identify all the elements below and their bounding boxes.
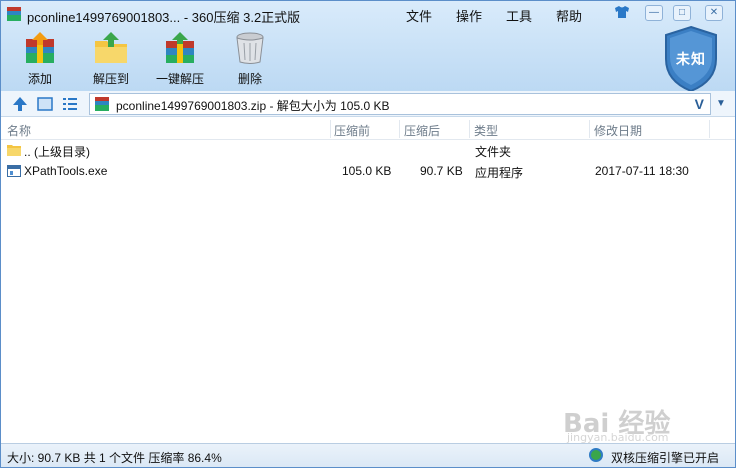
extract-to-button[interactable]: 解压到	[89, 31, 133, 87]
column-type[interactable]: 类型	[474, 122, 498, 139]
minimize-button[interactable]: —	[645, 5, 663, 21]
status-summary: 大小: 90.7 KB 共 1 个文件 压缩率 86.4%	[7, 451, 222, 465]
one-click-extract-button[interactable]: 一键解压	[155, 31, 205, 87]
row-date: 2017-07-11 18:30	[595, 164, 689, 178]
archive-app-icon	[7, 7, 21, 21]
column-name[interactable]: 名称	[7, 122, 31, 139]
file-list-header: 名称 压缩前 压缩后 类型 修改日期	[1, 118, 735, 140]
maximize-button[interactable]: □	[673, 5, 691, 21]
column-divider[interactable]	[709, 120, 710, 138]
title-bar: pconline1499769001803... - 360压缩 3.2正式版 …	[1, 1, 735, 27]
address-v-icon[interactable]: V	[695, 96, 704, 112]
folder-icon	[7, 145, 21, 156]
extract-folder-icon	[95, 32, 127, 63]
row-type: 应用程序	[475, 166, 524, 180]
column-size-after[interactable]: 压缩后	[404, 122, 440, 139]
zip-file-icon	[95, 97, 109, 111]
one-click-extract-label: 一键解压	[155, 72, 204, 86]
row-name: .. (上级目录)	[24, 145, 90, 159]
close-button[interactable]: ✕	[705, 5, 723, 21]
row-size-before: 105.0 KB	[342, 164, 392, 178]
large-icon-view-icon[interactable]	[36, 95, 54, 113]
menu-tools[interactable]: 工具	[506, 6, 532, 25]
application-icon	[7, 165, 21, 177]
add-button[interactable]: 添加	[19, 31, 61, 87]
engine-icon	[589, 448, 603, 462]
window-title: pconline1499769001803... - 360压缩 3.2正式版	[27, 10, 301, 25]
row-name: XPathTools.exe	[24, 164, 108, 178]
row-size-after: 90.7 KB	[420, 164, 463, 178]
app-window: pconline1499769001803... - 360压缩 3.2正式版 …	[0, 0, 736, 468]
up-arrow-icon[interactable]	[11, 95, 29, 113]
list-item-parent-directory[interactable]: .. (上级目录) 文件夹	[1, 140, 735, 161]
column-modified-date[interactable]: 修改日期	[594, 122, 642, 139]
menu-file[interactable]: 文件	[406, 6, 432, 25]
address-path: pconline1499769001803.zip - 解包大小为 105.0 …	[116, 99, 390, 113]
add-label: 添加	[27, 72, 52, 86]
engine-status[interactable]: 双核压缩引擎已开启	[611, 449, 719, 466]
address-dropdown-button[interactable]: ▼	[713, 96, 729, 112]
menu-operation[interactable]: 操作	[456, 6, 482, 25]
baidu-watermark: Bai 经验 jingyan.baidu.com	[563, 397, 723, 445]
trash-bin-icon	[236, 32, 264, 64]
list-item-xpathtools[interactable]: XPathTools.exe 105.0 KB 90.7 KB 应用程序 201…	[1, 161, 735, 182]
list-view-icon[interactable]	[61, 95, 79, 113]
badge-label: 未知	[676, 51, 706, 67]
security-status-badge[interactable]: 未知	[662, 25, 720, 93]
skin-shirt-icon[interactable]	[613, 5, 631, 21]
menu-help[interactable]: 帮助	[556, 6, 582, 25]
column-size-before[interactable]: 压缩前	[334, 122, 370, 139]
navigation-bar: pconline1499769001803.zip - 解包大小为 105.0 …	[1, 91, 735, 117]
column-divider[interactable]	[330, 120, 331, 138]
column-divider[interactable]	[469, 120, 470, 138]
top-area: pconline1499769001803... - 360压缩 3.2正式版 …	[1, 1, 735, 93]
add-archive-icon	[26, 32, 54, 63]
delete-button[interactable]: 删除	[231, 31, 269, 87]
column-divider[interactable]	[589, 120, 590, 138]
column-divider[interactable]	[399, 120, 400, 138]
one-click-extract-icon	[166, 32, 194, 63]
address-bar[interactable]: pconline1499769001803.zip - 解包大小为 105.0 …	[89, 93, 711, 115]
extract-to-label: 解压到	[92, 72, 129, 86]
delete-label: 删除	[237, 72, 262, 86]
row-type: 文件夹	[475, 145, 512, 159]
status-bar: 大小: 90.7 KB 共 1 个文件 压缩率 86.4% 双核压缩引擎已开启	[1, 443, 735, 467]
